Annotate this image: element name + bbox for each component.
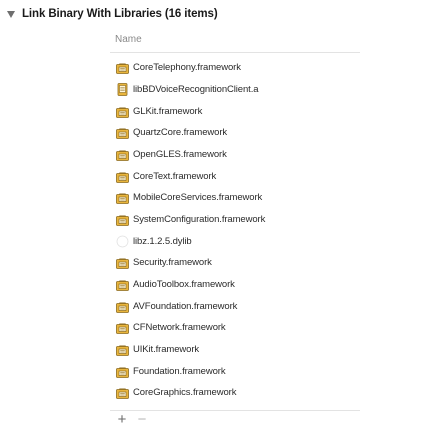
framework-icon (115, 277, 130, 292)
framework-icon (115, 342, 130, 357)
library-row[interactable]: CFNetwork.framework (110, 317, 360, 339)
add-library-button[interactable]: + (116, 412, 128, 427)
library-name: AVFoundation.framework (133, 300, 238, 312)
library-name: CoreTelephony.framework (133, 62, 241, 74)
library-row[interactable]: MobileCoreServices.framework (110, 187, 360, 209)
library-row[interactable]: AVFoundation.framework (110, 295, 360, 317)
library-name: Security.framework (133, 257, 212, 269)
static-library-icon (115, 82, 130, 97)
framework-icon (115, 255, 130, 270)
library-row[interactable]: AudioToolbox.framework (110, 274, 360, 296)
library-name: libz.1.2.5.dylib (133, 235, 192, 247)
framework-icon (115, 125, 130, 140)
library-row[interactable]: CoreText.framework (110, 165, 360, 187)
framework-icon (115, 104, 130, 119)
framework-icon (115, 299, 130, 314)
library-name: CFNetwork.framework (133, 322, 226, 334)
library-row[interactable]: SystemConfiguration.framework (110, 209, 360, 231)
library-row[interactable]: GLKit.framework (110, 100, 360, 122)
library-row[interactable]: QuartzCore.framework (110, 122, 360, 144)
framework-icon (115, 60, 130, 75)
library-name: CoreText.framework (133, 170, 217, 182)
library-row[interactable]: UIKit.framework (110, 339, 360, 361)
library-name: GLKit.framework (133, 105, 203, 117)
library-row[interactable]: libz.1.2.5.dylib (110, 230, 360, 252)
table-controls: + − (116, 412, 148, 427)
framework-icon (115, 364, 130, 379)
framework-icon (115, 320, 130, 335)
library-row[interactable]: CoreTelephony.framework (110, 57, 360, 79)
section-title: Link Binary With Libraries (16 items) (22, 8, 218, 20)
framework-icon (115, 212, 130, 227)
name-column-header[interactable]: Name (115, 34, 142, 45)
disclosure-triangle-icon[interactable] (7, 11, 15, 18)
library-name: libBDVoiceRecognitionClient.a (133, 83, 259, 95)
library-name: UIKit.framework (133, 343, 200, 355)
library-row[interactable]: Foundation.framework (110, 360, 360, 382)
library-name: OpenGLES.framework (133, 148, 227, 160)
remove-library-button[interactable]: − (136, 412, 148, 427)
framework-icon (115, 169, 130, 184)
library-row[interactable]: libBDVoiceRecognitionClient.a (110, 79, 360, 101)
library-row[interactable]: Security.framework (110, 252, 360, 274)
dylib-icon (115, 234, 130, 249)
framework-icon (115, 385, 130, 400)
framework-icon (115, 147, 130, 162)
header-divider (110, 52, 360, 53)
link-libraries-section-header[interactable]: Link Binary With Libraries (16 items) (7, 5, 218, 23)
library-name: SystemConfiguration.framework (133, 213, 266, 225)
controls-divider (110, 410, 360, 411)
library-name: MobileCoreServices.framework (133, 192, 263, 204)
build-phases-panel: Link Binary With Libraries (16 items) Na… (0, 0, 440, 432)
libraries-table: Name CoreTelephony.framework libBDVoiceRe… (110, 30, 360, 428)
library-name: CoreGraphics.framework (133, 387, 237, 399)
library-row[interactable]: CoreGraphics.framework (110, 382, 360, 404)
library-name: QuartzCore.framework (133, 127, 228, 139)
library-name: AudioToolbox.framework (133, 278, 235, 290)
library-row[interactable]: OpenGLES.framework (110, 144, 360, 166)
framework-icon (115, 190, 130, 205)
library-name: Foundation.framework (133, 365, 226, 377)
libraries-list: CoreTelephony.framework libBDVoiceRecogni… (110, 57, 360, 404)
